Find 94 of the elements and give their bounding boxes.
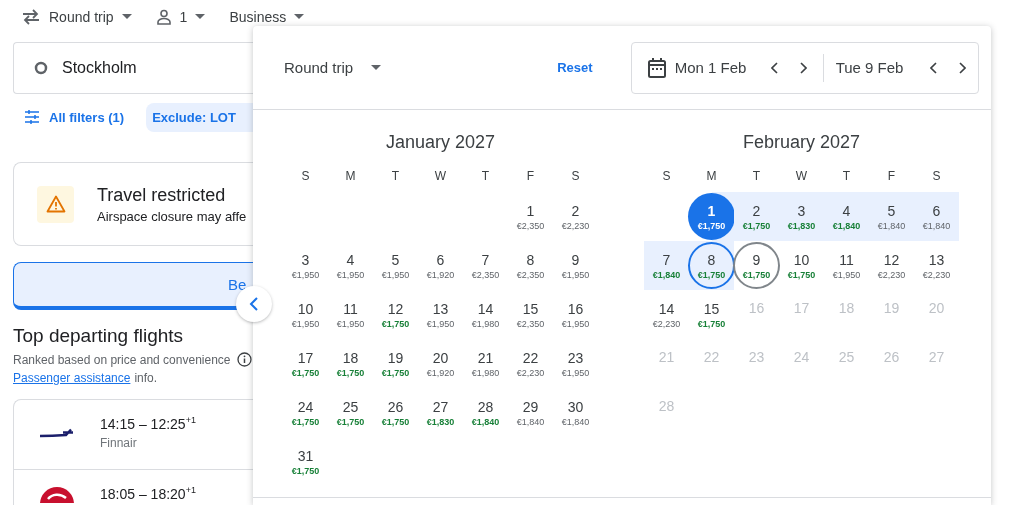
calendar-day[interactable]: 13 €2,230 xyxy=(914,241,959,290)
calendar-day[interactable]: 14 €2,230 xyxy=(644,290,689,339)
swap-arrows-icon xyxy=(21,9,41,25)
calendar-day[interactable]: 22 €2,230 xyxy=(508,339,553,388)
calendar-day[interactable]: 20 €1,920 xyxy=(418,339,463,388)
sort-tab[interactable]: Be xyxy=(13,262,253,310)
weekday-label: M xyxy=(705,168,718,185)
departure-date[interactable]: Mon 1 Feb xyxy=(674,59,757,76)
month-title: February 2027 xyxy=(741,132,862,154)
weekday-label: F xyxy=(525,168,536,185)
month-title: January 2027 xyxy=(384,132,497,154)
weekday-label: T xyxy=(390,168,401,185)
calendar-day[interactable]: 24 €1,750 xyxy=(283,388,328,437)
airline-logo-icon xyxy=(39,428,75,438)
weekday-label: S xyxy=(931,168,942,185)
caret-icon xyxy=(121,14,132,20)
calendar-day[interactable]: 7 €2,350 xyxy=(463,241,508,290)
ring-icon xyxy=(34,61,48,75)
calendar-day[interactable]: 6 €1,920 xyxy=(418,241,463,290)
calendar-day[interactable]: 13 €1,950 xyxy=(418,290,463,339)
calendar-day[interactable]: 25 €1,750 xyxy=(328,388,373,437)
weekday-label: T xyxy=(841,168,852,185)
caret-icon xyxy=(294,14,305,20)
calendar-day[interactable]: 4 €1,840 xyxy=(824,192,869,241)
calendar-day[interactable]: 4 €1,950 xyxy=(328,241,373,290)
calendar-day[interactable]: 3 €1,950 xyxy=(283,241,328,290)
calendar-day[interactable]: 28 €1,840 xyxy=(463,388,508,437)
calendar-day[interactable]: 11 €1,950 xyxy=(824,241,869,290)
calendar-day[interactable]: 30 €1,840 xyxy=(553,388,598,437)
flight-times: 14:15 – 12:25$^{+1}$ xyxy=(100,415,196,432)
weekday-label: F xyxy=(886,168,897,185)
calendar-day[interactable]: 9 €1,750 xyxy=(734,241,779,290)
origin-field[interactable]: Stockholm xyxy=(13,42,253,94)
caret-icon xyxy=(195,14,206,20)
all-filters-button[interactable]: All filters (1) xyxy=(25,109,125,125)
calendar-day[interactable]: 21 €1,980 xyxy=(463,339,508,388)
trip-type-dropdown[interactable]: Round trip xyxy=(284,59,382,76)
calendar-day[interactable]: 1 €1,750 xyxy=(689,192,734,241)
calendar-day[interactable]: 8 €2,350 xyxy=(508,241,553,290)
info-icon[interactable] xyxy=(236,352,252,367)
calendar-day[interactable]: 23 €1,950 xyxy=(553,339,598,388)
calendar-day[interactable]: 8 €1,750 xyxy=(689,241,734,290)
calendar-day[interactable]: 6 €1,840 xyxy=(914,192,959,241)
caret-icon xyxy=(371,64,382,71)
weekday-label: S xyxy=(300,168,311,185)
alert-text: Airspace closure may affe xyxy=(97,208,247,224)
alert-title: Travel restricted xyxy=(97,184,227,206)
person-icon xyxy=(155,9,172,25)
calendar-day[interactable]: 2 €1,750 xyxy=(734,192,779,241)
trip-type-dropdown[interactable]: Round trip xyxy=(21,9,132,25)
flight-times: 18:05 – 18:20$^{+1}$ xyxy=(100,485,196,502)
filter-chip[interactable]: Exclude: LOT xyxy=(146,102,254,132)
info-text: info. xyxy=(134,371,158,385)
weekday-label: T xyxy=(751,168,762,185)
passenger-assistance-link[interactable]: Passenger assistance xyxy=(13,371,131,385)
calendar-day[interactable]: 10 €1,950 xyxy=(283,290,328,339)
weekday-label: S xyxy=(661,168,672,185)
passengers-dropdown[interactable]: 1 xyxy=(155,9,206,25)
cabin-class-dropdown[interactable]: Business xyxy=(229,9,305,25)
sliders-icon xyxy=(25,110,39,124)
date-range-field[interactable]: Mon 1 Feb Tue 9 Feb xyxy=(630,41,979,94)
calendar-day[interactable]: 15 €2,350 xyxy=(508,290,553,339)
calendar-day[interactable]: 12 €2,230 xyxy=(869,241,914,290)
calendar-day[interactable]: 12 €1,750 xyxy=(373,290,418,339)
weekday-label: W xyxy=(794,168,809,185)
calendar-day[interactable]: 19 €1,750 xyxy=(373,339,418,388)
calendar-day[interactable]: 5 €1,950 xyxy=(373,241,418,290)
calendar-icon xyxy=(647,57,666,78)
weekday-label: T xyxy=(480,168,491,185)
weekday-label: S xyxy=(570,168,581,185)
calendar-day[interactable]: 27 €1,830 xyxy=(418,388,463,437)
calendar-day[interactable]: 26 €1,750 xyxy=(373,388,418,437)
calendar-day[interactable]: 3 €1,830 xyxy=(779,192,824,241)
calendar-day[interactable]: 5 €1,840 xyxy=(869,192,914,241)
calendar-day[interactable]: 18 €1,750 xyxy=(328,339,373,388)
calendar-day[interactable]: 2 €2,230 xyxy=(553,192,598,241)
weekday-label: M xyxy=(344,168,357,185)
section-subtitle: Ranked based on price and convenience xyxy=(13,352,231,367)
calendar-day[interactable]: 1 €2,350 xyxy=(508,192,553,241)
calendar-day[interactable]: 10 €1,750 xyxy=(779,241,824,290)
calendar-day[interactable]: 11 €1,950 xyxy=(328,290,373,339)
airline-name: Finnair xyxy=(100,435,138,450)
calendar-day[interactable]: 14 €1,980 xyxy=(463,290,508,339)
calendar-day[interactable]: 17 €1,750 xyxy=(283,339,328,388)
calendar-day[interactable]: 31 €1,750 xyxy=(283,437,328,486)
calendar-day[interactable]: 9 €1,950 xyxy=(553,241,598,290)
reset-button[interactable]: Reset xyxy=(557,60,593,75)
weekday-label: W xyxy=(433,168,448,185)
calendar-day[interactable]: 15 €1,750 xyxy=(689,290,734,339)
calendar-day[interactable]: 29 €1,840 xyxy=(508,388,553,437)
return-date[interactable]: Tue 9 Feb xyxy=(835,59,916,76)
calendar-day[interactable]: 7 €1,840 xyxy=(644,241,689,290)
calendar-day[interactable]: 16 €1,950 xyxy=(553,290,598,339)
warning-icon xyxy=(37,185,74,223)
